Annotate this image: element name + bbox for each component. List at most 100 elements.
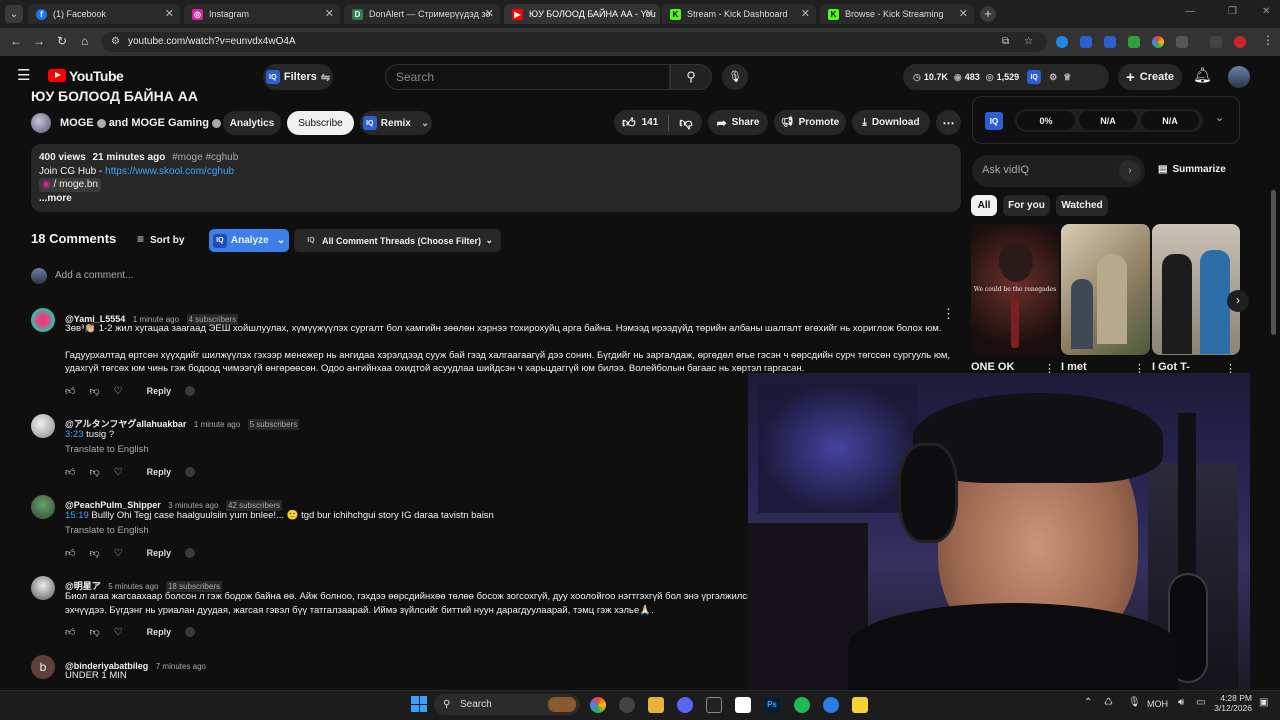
reply-button[interactable]: Reply [147,548,172,558]
create-button[interactable]: + Create [1118,64,1182,90]
channel-name-2[interactable]: MOGE Gaming [131,117,209,129]
hashtags[interactable]: #moge #cghub [172,152,238,163]
window-close-icon[interactable]: ✕ [1262,6,1270,17]
comment-filter-select[interactable]: IQ All Comment Threads (Choose Filter) ⌄ [294,229,501,252]
notifications-bell-icon[interactable]: 🔔︎ [1193,66,1212,84]
youtube-logo-icon[interactable] [48,69,66,82]
comment-avatar[interactable] [31,576,55,600]
dislike-icon[interactable]: 👎︎ [89,547,99,559]
timestamp-link[interactable]: 15:19 [65,510,89,521]
like-icon[interactable]: 👍︎ [65,547,75,559]
send-icon[interactable]: › [1119,160,1141,182]
account-avatar[interactable] [1228,66,1250,88]
maximize-icon[interactable]: ❐ [1228,6,1237,17]
like-icon[interactable]: 👍︎ [65,466,75,478]
reload-icon[interactable]: ↻ [57,34,67,48]
close-icon[interactable]: ✕ [801,7,810,20]
comment-avatar[interactable] [31,308,55,332]
vidiq-extension-icon[interactable] [1080,36,1092,48]
obs-icon[interactable] [619,697,635,713]
comment-menu-icon[interactable]: ⋮ [942,306,955,322]
analytics-button[interactable]: Analytics [223,111,281,135]
chip-all[interactable]: All [971,195,997,216]
like-icon[interactable]: 👍︎ [65,385,75,397]
tab-donalert[interactable]: D DonAlert — Стримерүүдэд зо ✕ [344,4,500,24]
close-icon[interactable]: ✕ [485,7,494,20]
reading-list-icon[interactable] [1210,36,1222,48]
comment-avatar[interactable] [31,414,55,438]
vidiq-extension-icon[interactable] [1104,36,1116,48]
carousel-next-icon[interactable]: › [1227,290,1249,312]
related-thumbnail[interactable]: We could be the renegades [971,224,1059,355]
vidiq-score-2[interactable]: N/A [1079,111,1137,130]
reply-button[interactable]: Reply [147,386,172,396]
install-icon[interactable]: ⧉ [1002,32,1009,52]
analyze-button[interactable]: IQ Analyze ⌄ [209,229,289,252]
like-count[interactable]: 141 [642,117,659,128]
tray-app-icon[interactable]: ♺ [1104,697,1113,708]
vidiq-reply-icon[interactable] [185,386,196,396]
chip-for-you[interactable]: For you [1003,195,1050,216]
bookmark-star-icon[interactable]: ☆ [1024,32,1033,52]
dislike-icon[interactable]: 👎︎ [679,115,692,131]
tab-kick-browse[interactable]: K Browse - Kick Streaming ✕ [820,4,974,24]
google-extension-icon[interactable] [1152,36,1164,48]
chevron-down-icon[interactable]: ⌄ [1215,111,1224,124]
vidiq-reply-icon[interactable] [185,548,196,558]
back-icon[interactable]: ← [10,34,22,48]
voice-search-button[interactable]: 🎙 [722,64,748,90]
taskbar-search[interactable]: ⚲ Search [434,694,580,715]
vidiq-stats-bar[interactable]: ◷ 10.7K ◉ 483 ◎ 1,529 IQ ⚙ ♕ [903,64,1109,90]
puzzle-icon[interactable] [1176,36,1188,48]
join-link[interactable]: https://www.skool.com/cghub [105,166,234,177]
instagram-link-chip[interactable]: ◉ / moge.bn [39,178,101,192]
close-icon[interactable]: ✕ [959,7,968,20]
spotify-icon[interactable] [794,697,810,713]
vidiq-reply-icon[interactable] [185,627,196,637]
translate-link[interactable]: Translate to English [65,524,149,538]
related-title[interactable]: I Got T- [1152,361,1190,373]
sticky-notes-icon[interactable] [852,697,868,713]
heart-icon[interactable]: ♡ [114,386,123,397]
dislike-icon[interactable]: 👎︎ [89,466,99,478]
subscribe-button[interactable]: Subscribe [287,111,354,135]
translate-link[interactable]: Translate to English [65,443,149,457]
speaker-icon[interactable]: 🔊︎ [1178,697,1184,708]
profile-icon[interactable] [1234,36,1246,48]
dislike-icon[interactable]: 👎︎ [89,626,99,638]
battery-icon[interactable]: ▭ [1196,697,1205,708]
close-icon[interactable]: ✕ [645,7,654,20]
youtube-logo-text[interactable]: YouTube [69,68,124,84]
vidiq-reply-icon[interactable] [185,467,196,477]
timestamp-link[interactable]: 3:23 [65,429,84,440]
tab-search-button[interactable]: ⌄ [5,5,23,23]
url-bar[interactable]: ⚙ youtube.com/watch?v=eunvdx4wO4A ⧉ ☆ [102,32,1047,52]
minimize-icon[interactable]: — [1185,6,1195,17]
start-button[interactable] [411,696,427,712]
site-settings-icon[interactable]: ⚙ [111,32,120,52]
vidiq-score-3[interactable]: N/A [1141,111,1199,130]
forward-icon[interactable]: → [33,34,45,48]
extension-icon[interactable] [1056,36,1068,48]
download-extension-icon[interactable] [1128,36,1140,48]
tray-chevron-icon[interactable]: ⌃ [1084,697,1092,708]
notification-center-icon[interactable]: ▣ [1259,697,1268,708]
file-explorer-icon[interactable] [648,697,664,713]
reply-button[interactable]: Reply [147,467,172,477]
heart-icon[interactable]: ♡ [114,627,123,638]
new-tab-button[interactable]: + [980,6,996,22]
sort-by-button[interactable]: ≡ Sort by [137,232,184,246]
edge-icon[interactable] [823,697,839,713]
tab-kick-dashboard[interactable]: K Stream - Kick Dashboard ✕ [662,4,816,24]
video-description[interactable]: 400 views 21 minutes ago #moge #cghub Jo… [31,144,961,212]
discord-icon[interactable] [677,697,693,713]
related-title[interactable]: ONE OK [971,361,1014,373]
language-indicator[interactable]: МОН [1147,699,1168,709]
reply-button[interactable]: Reply [147,627,172,637]
filters-button[interactable]: IQ Filters ⇋ [263,64,333,90]
notion-icon[interactable] [735,697,751,713]
chrome-icon[interactable] [590,697,606,713]
channel-name[interactable]: MOGE [60,117,94,129]
show-more-link[interactable]: ...more [39,193,72,204]
comment-avatar[interactable] [31,495,55,519]
